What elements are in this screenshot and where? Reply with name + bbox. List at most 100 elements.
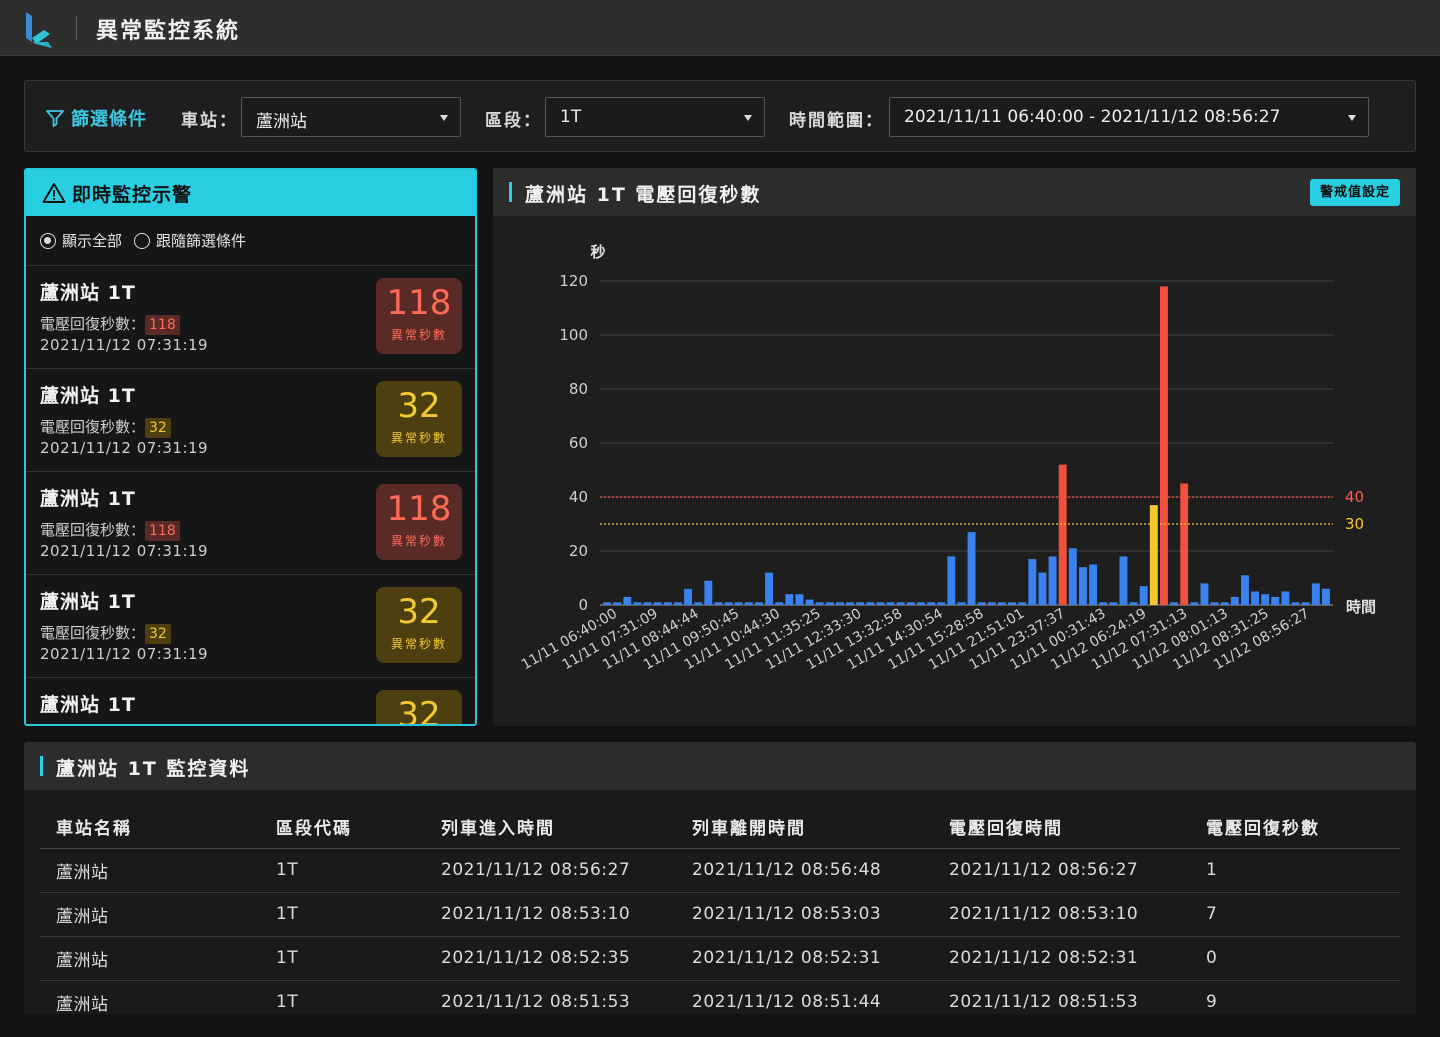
alert-item-value-label: 電壓回復秒數：: [40, 315, 146, 333]
alert-item-badge: 118 異常秒數: [376, 484, 462, 560]
radio-follow-filter[interactable]: 跟隨篩選條件: [134, 230, 246, 251]
chart-bar: [714, 602, 723, 605]
alert-item-value: 32: [145, 624, 171, 644]
alert-item-value-label: 電壓回復秒數：: [40, 624, 146, 642]
y-tick-label: 40: [569, 488, 588, 506]
alert-item-value-row: 電壓回復秒數： 118: [40, 313, 180, 335]
table-header-cell[interactable]: 區段代碼: [260, 806, 425, 849]
alert-item[interactable]: 蘆洲站 1T電壓回復秒數：322021/11/12 07:31:1932異常秒數: [26, 575, 475, 678]
table-cell: 2021/11/12 08:51:44: [676, 980, 933, 1014]
alert-item-name: 蘆洲站 1T: [40, 694, 136, 716]
table-cell: 2021/11/12 08:51:53: [933, 980, 1190, 1014]
chart-bar: [1058, 464, 1067, 605]
alert-panel-title: 即時監控示警: [72, 183, 193, 206]
table-cell: 2021/11/12 08:52:35: [425, 936, 676, 981]
app-title: 異常監控系統: [96, 19, 241, 44]
y-tick-label: 80: [569, 380, 588, 398]
chart-bar: [775, 602, 784, 605]
y-tick-label: 0: [578, 596, 588, 614]
threshold-settings-button[interactable]: 警戒值設定: [1309, 179, 1400, 206]
y-tick-label: 100: [559, 326, 588, 344]
chart-panel-header: 蘆洲站 1T 電壓回復秒數 警戒值設定: [493, 168, 1416, 216]
chart-bar: [1078, 567, 1087, 605]
table-row[interactable]: 蘆洲站 1T 2021/11/12 08:52:35 2021/11/12 08:52…: [40, 936, 1400, 981]
table-cell: 2021/11/12 08:56:27: [425, 848, 676, 893]
data-panel-header: 蘆洲站 1T 監控資料: [24, 742, 1416, 790]
table-header-row: 車站名稱 區段代碼 列車進入時間 列車離開時間 電壓回復時間 電壓回復秒數: [40, 806, 1400, 849]
chart-bar: [1251, 591, 1260, 605]
table-header-cell[interactable]: 列車離開時間: [676, 806, 933, 849]
chart-bar: [684, 588, 693, 605]
table-cell: 蘆洲站: [40, 848, 260, 893]
alert-item[interactable]: 蘆洲站 1T 電壓回復秒數： 118 2021/11/12 07:31:19 118 異常…: [26, 472, 475, 575]
chart-bar: [795, 594, 804, 605]
table-cell: 1T: [260, 980, 425, 1014]
alert-item-name: 蘆洲站 1T: [40, 282, 136, 304]
table-row[interactable]: 蘆洲站 1T 2021/11/12 08:56:27 2021/11/12 08:56…: [40, 848, 1400, 893]
chart-bar: [1240, 575, 1249, 605]
alert-item-value: 118: [145, 521, 180, 541]
alert-item-value-label: 電壓回復秒數：: [40, 521, 146, 539]
chart-bar: [623, 596, 632, 605]
chart-bar: [1170, 602, 1179, 605]
station-select[interactable]: 蘆洲站: [241, 97, 461, 137]
chart-bar: [1281, 591, 1290, 605]
table-cell: 2021/11/12 08:52:31: [676, 936, 933, 981]
alert-badge-label: 異常秒數: [390, 431, 447, 445]
alert-item-time: 2021/11/12 07:31:19: [40, 645, 209, 663]
alert-item-value: 32: [145, 418, 171, 438]
table-body: 蘆洲站 1T 2021/11/12 08:56:27 2021/11/12 08:56…: [40, 848, 1400, 1014]
voltage-recovery-chart: 秒0204060801001204030時間11/11 06:40:0011/1…: [519, 243, 1376, 673]
chart-bar: [1291, 602, 1300, 605]
table-row[interactable]: 蘆洲站 1T 2021/11/12 08:51:53 2021/11/12 08:51…: [40, 980, 1400, 1014]
filter-bar: 篩選條件 車站： 蘆洲站 區段： 1T 時間範圍： 2021/11/11 06:…: [24, 80, 1416, 152]
alert-item[interactable]: 蘆洲站 1T 電壓回復秒數： 118 2021/11/12 07:31:19 118 異常…: [26, 266, 475, 369]
time-range-select[interactable]: 2021/11/11 06:40:00 - 2021/11/12 08:56:2…: [889, 97, 1369, 137]
chart-bar: [997, 602, 1006, 605]
chart-bar: [927, 602, 936, 605]
table-cell: 2021/11/12 08:56:48: [676, 848, 933, 893]
alert-item[interactable]: 蘆洲站 1T電壓回復秒數：322021/11/12 07:31:1932異常秒數: [26, 678, 475, 724]
table-header-cell[interactable]: 電壓回復秒數: [1190, 806, 1400, 849]
warning-icon: [42, 183, 66, 203]
chart-bar: [663, 602, 672, 605]
filter-title-text: 篩選條件: [71, 109, 147, 130]
alert-item-time: 2021/11/12 07:31:19: [40, 542, 209, 560]
radio-unselected-icon: [134, 232, 151, 249]
alert-item-value-label: 電壓回復秒數：: [40, 418, 146, 436]
chart-bar: [1261, 594, 1270, 605]
chart-bar: [1028, 559, 1037, 605]
chart-bar: [1230, 596, 1239, 605]
table-cell: 2021/11/12 08:53:10: [425, 892, 676, 937]
threshold-label: 40: [1345, 488, 1364, 506]
chart-bar: [643, 602, 652, 605]
radio-show-all[interactable]: 顯示全部: [40, 230, 122, 251]
table-cell: 1: [1190, 848, 1400, 893]
table-cell: 蘆洲站: [40, 892, 260, 937]
chart-bar: [825, 602, 834, 605]
section-select[interactable]: 1T: [545, 97, 765, 137]
table-header-cell[interactable]: 電壓回復時間: [933, 806, 1190, 849]
table-row[interactable]: 蘆洲站 1T 2021/11/12 08:53:10 2021/11/12 08:53…: [40, 892, 1400, 937]
table-cell: 1T: [260, 892, 425, 937]
table-cell: 2021/11/12 08:53:10: [933, 892, 1190, 937]
alert-item[interactable]: 蘆洲站 1T電壓回復秒數：322021/11/12 07:31:1932異常秒數: [26, 369, 475, 472]
station-select-value: 蘆洲站: [256, 112, 307, 132]
chart-bar: [1190, 602, 1199, 605]
chevron-down-icon: [744, 115, 752, 121]
alert-badge-number: 118: [386, 283, 452, 323]
table-header-cell[interactable]: 列車進入時間: [425, 806, 676, 849]
alert-badge-number: 32: [397, 592, 441, 632]
chart-bar: [694, 602, 703, 605]
chart-bar: [1149, 505, 1158, 605]
chart-bar: [1109, 602, 1118, 605]
alert-item-value-row: 電壓回復秒數： 32: [40, 416, 171, 438]
table-header-cell[interactable]: 車站名稱: [40, 806, 260, 849]
y-tick-label: 20: [569, 542, 588, 560]
alert-item-badge: 32 異常秒數: [376, 587, 462, 663]
chart-bar: [896, 602, 905, 605]
time-range-select-value: 2021/11/11 06:40:00 - 2021/11/12 08:56:2…: [904, 107, 1281, 127]
alert-item-value-row: 電壓回復秒數： 32: [40, 622, 171, 644]
chart-bar: [785, 594, 794, 605]
chart-bar: [1018, 602, 1027, 605]
